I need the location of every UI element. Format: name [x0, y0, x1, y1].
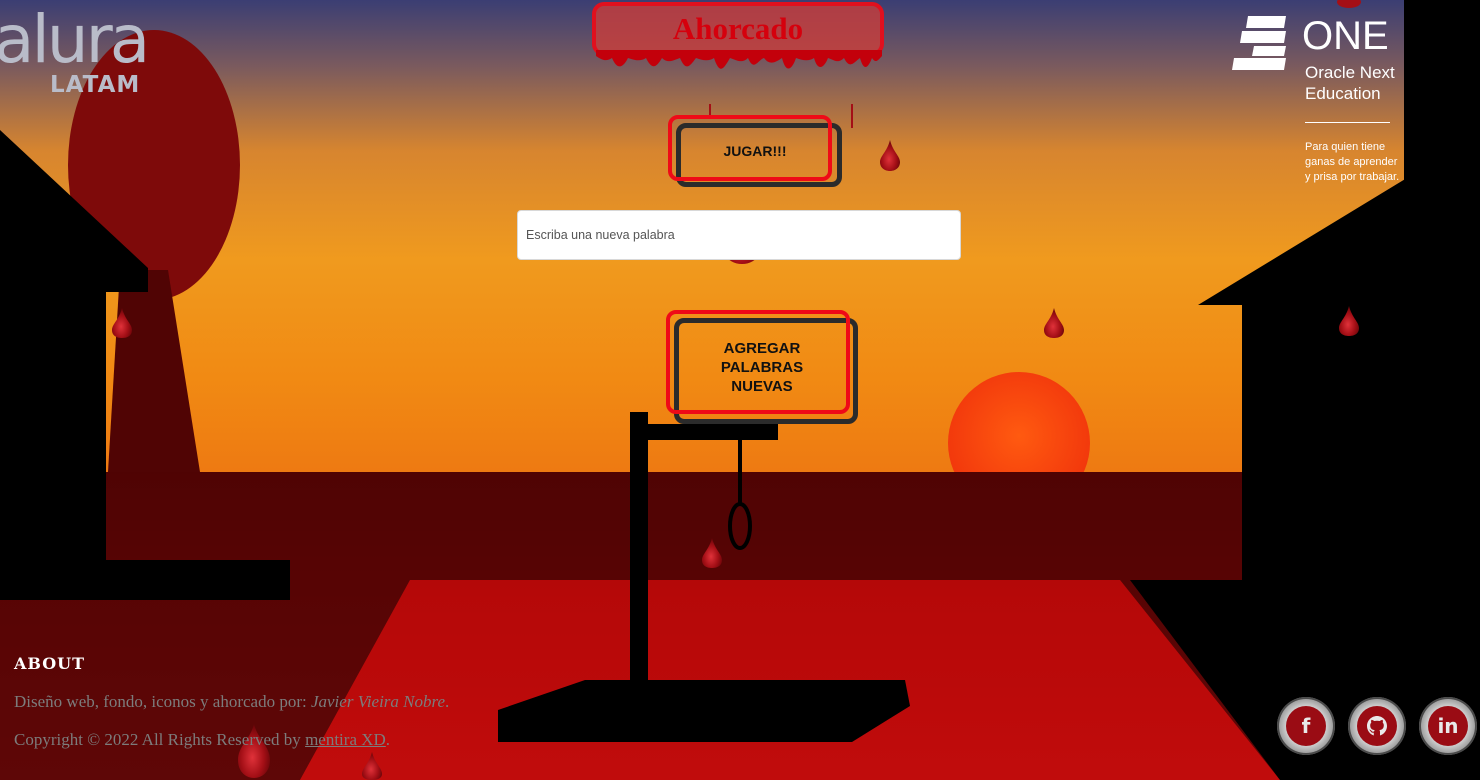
add-words-label-line3: NUEVAS: [731, 377, 793, 395]
one-tagline-line2: ganas de aprender: [1305, 156, 1398, 168]
one-subtitle-line1: Oracle Next: [1305, 63, 1395, 82]
oracle-next-education-logo: ONE Oracle Next Education Para quien tie…: [1232, 14, 1432, 194]
play-button-label: JUGAR!!!: [723, 143, 787, 159]
github-button[interactable]: [1348, 697, 1406, 755]
page-title: Ahorcado: [672, 11, 804, 46]
new-word-input[interactable]: [517, 210, 961, 260]
alura-latam-logo: alura LATAM: [0, 4, 160, 104]
credits-line: Diseño web, fondo, iconos y ahorcado por…: [14, 692, 449, 712]
gallows-beam: [630, 424, 778, 440]
add-words-label-line2: PALABRAS: [720, 358, 804, 376]
github-icon: [1357, 706, 1397, 746]
linkedin-button[interactable]: in: [1419, 697, 1477, 755]
credits-author: Javier Vieira Nobre: [310, 692, 446, 711]
github-cat-glyph: [1367, 716, 1387, 736]
left-house-base: [0, 560, 290, 600]
one-subtitle-line2: Education: [1305, 84, 1381, 103]
copyright-suffix: .: [385, 730, 391, 749]
one-stack-icon: [1232, 16, 1286, 70]
gallows-post: [630, 412, 648, 692]
facebook-icon: f: [1286, 706, 1326, 746]
one-tagline: Para quien tiene ganas de aprender y pri…: [1305, 140, 1399, 185]
blood-drop: [880, 140, 900, 171]
play-button[interactable]: JUGAR!!!: [668, 115, 842, 187]
blood-drop: [1044, 308, 1064, 338]
add-words-button[interactable]: AGREGAR PALABRAS NUEVAS: [666, 310, 858, 424]
linkedin-icon: in: [1428, 706, 1468, 746]
game-title-banner: Ahorcado: [592, 2, 884, 56]
add-words-button-label: AGREGAR PALABRAS NUEVAS: [721, 339, 803, 396]
one-logo-subtitle: Oracle Next Education: [1305, 62, 1395, 104]
title-blood-drips: [596, 50, 882, 69]
copyright-link[interactable]: mentira XD: [305, 730, 386, 749]
add-words-label-line1: AGREGAR: [723, 339, 801, 357]
game-scene: alura LATAM ONE Oracle Next Education Pa…: [0, 0, 1480, 780]
tree-trunk: [108, 270, 200, 472]
credits-suffix: .: [445, 692, 450, 711]
one-logo-name: ONE: [1302, 14, 1389, 58]
one-tagline-line3: y prisa por trabajar.: [1305, 171, 1400, 183]
credits-prefix: Diseño web, fondo, iconos y ahorcado por…: [14, 692, 311, 711]
alura-logo-subtitle: LATAM: [50, 72, 141, 98]
one-tagline-line1: Para quien tiene: [1305, 141, 1386, 153]
one-divider: [1305, 122, 1390, 123]
facebook-glyph: f: [1301, 714, 1311, 738]
facebook-button[interactable]: f: [1277, 697, 1335, 755]
gallows-platform: [498, 680, 910, 742]
linkedin-glyph: in: [1437, 714, 1459, 738]
alura-logo-name: alura: [0, 1, 150, 78]
copyright-prefix: Copyright © 2022 All Rights Reserved by: [14, 730, 306, 749]
about-heading: ABOUT: [14, 654, 86, 673]
blood-drop: [1337, 0, 1361, 8]
copyright-line: Copyright © 2022 All Rights Reserved by …: [14, 730, 390, 750]
